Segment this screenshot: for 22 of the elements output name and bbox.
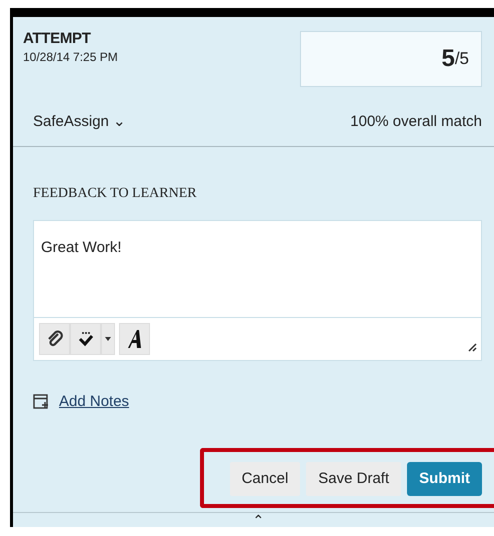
spellcheck-menu-button[interactable] [101, 323, 115, 355]
submit-button[interactable]: Submit [407, 462, 482, 496]
notes-icon [33, 394, 49, 410]
add-notes-link[interactable]: Add Notes [59, 391, 130, 414]
collapse-handle[interactable]: ⌃ [252, 513, 264, 527]
attempt-date: 10/28/14 7:25 PM [23, 48, 118, 66]
match-text: 100% overall match [350, 112, 482, 132]
attach-button[interactable] [39, 323, 70, 355]
spellcheck-button[interactable] [70, 323, 101, 355]
font-style-button[interactable] [119, 323, 150, 355]
feedback-label: FEEDBACK TO LEARNER [32, 184, 198, 202]
spellcheck-icon [76, 331, 94, 347]
cancel-button[interactable]: Cancel [230, 462, 300, 496]
letter-a-icon [126, 329, 144, 349]
caret-icon [105, 337, 111, 341]
paperclip-icon [46, 330, 64, 348]
safeassign-dropdown[interactable]: SafeAssign ⌄ [33, 111, 126, 134]
attempt-label: ATTEMPT [23, 31, 92, 48]
feedback-editor[interactable]: Great Work! [33, 220, 482, 361]
save-draft-button[interactable]: Save Draft [306, 462, 402, 496]
score-field[interactable]: 5/5 [300, 31, 482, 87]
resize-handle-icon[interactable] [467, 342, 477, 352]
